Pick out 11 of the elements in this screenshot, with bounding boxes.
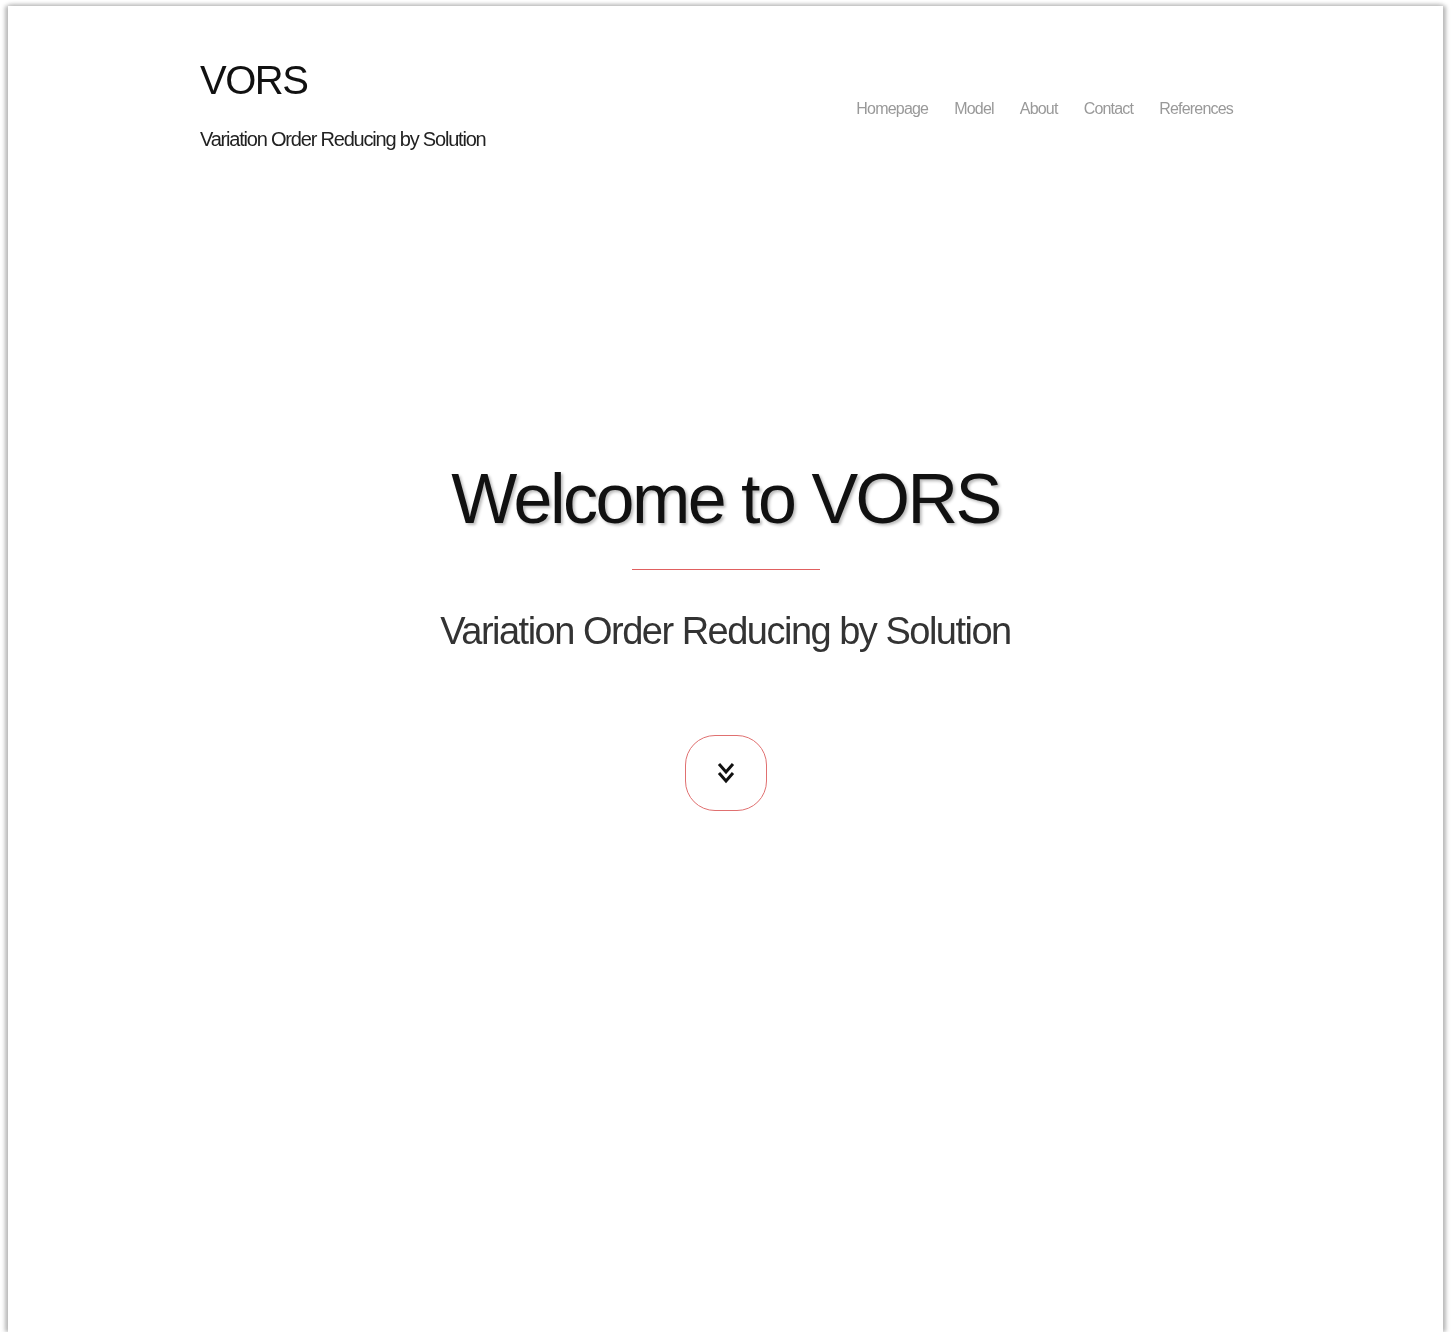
hero-subtitle: Variation Order Reducing by Solution xyxy=(440,610,1011,653)
double-chevron-down-icon xyxy=(716,762,735,784)
site-tagline: Variation Order Reducing by Solution xyxy=(200,128,486,151)
site-logo[interactable]: VORS xyxy=(200,58,486,102)
nav-link[interactable]: Model xyxy=(954,100,994,118)
nav-link[interactable]: Contact xyxy=(1083,100,1134,118)
nav-link[interactable]: References xyxy=(1159,100,1233,118)
scroll-down-button[interactable] xyxy=(684,735,767,811)
nav-link[interactable]: Homepage xyxy=(856,100,929,118)
hero-title: Welcome to VORS xyxy=(451,459,1000,539)
nav-link[interactable]: About xyxy=(1019,100,1058,118)
